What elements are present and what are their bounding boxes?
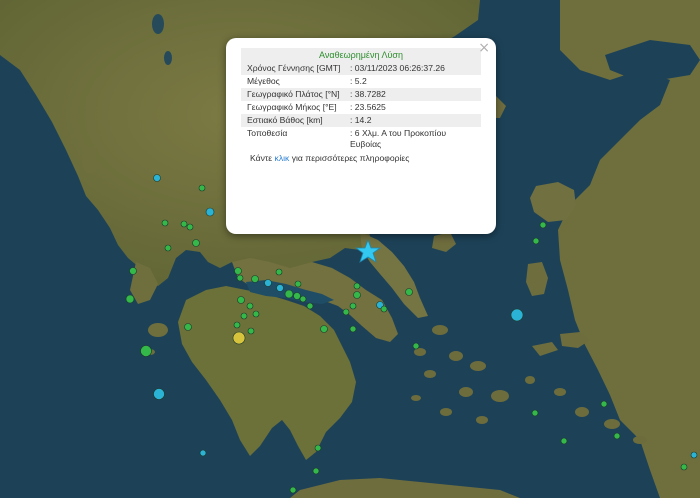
earthquake-marker[interactable] xyxy=(306,302,314,310)
table-row: Γεωγραφικό Μήκος [°E] : 23.5625 xyxy=(241,101,481,114)
earthquake-marker[interactable] xyxy=(560,437,568,445)
more-info-line: Κάντε κλικ για περισσότερες πληροφορίες xyxy=(241,151,481,163)
earthquake-marker[interactable] xyxy=(349,302,357,310)
earthquake-marker[interactable] xyxy=(192,239,200,247)
earthquake-marker[interactable] xyxy=(205,207,215,217)
earthquake-marker[interactable] xyxy=(236,274,244,282)
table-row: Χρόνος Γέννησης [GMT] : 03/11/2023 06:26… xyxy=(241,62,481,75)
earthquake-marker[interactable] xyxy=(180,220,188,228)
close-icon[interactable]: × xyxy=(478,40,490,56)
origin-time-label: Χρόνος Γέννησης [GMT] xyxy=(241,62,344,75)
earthquake-marker[interactable] xyxy=(247,327,255,335)
more-info-prefix: Κάντε xyxy=(250,153,275,163)
magnitude-value: : 5.2 xyxy=(350,76,367,86)
earthquake-marker[interactable] xyxy=(275,268,283,276)
magnitude-label: Μέγεθος xyxy=(247,76,280,86)
earthquake-marker[interactable] xyxy=(186,223,194,231)
earthquake-marker[interactable] xyxy=(198,184,206,192)
table-row: Γεωγραφικό Πλάτος [°N] : 38.7282 xyxy=(241,88,481,101)
longitude-label: Γεωγραφικό Μήκος [°E] xyxy=(247,102,337,112)
earthquake-marker[interactable] xyxy=(129,267,137,275)
earthquake-marker[interactable] xyxy=(234,267,242,275)
earthquake-marker[interactable] xyxy=(284,289,294,299)
earthquake-marker[interactable] xyxy=(312,467,320,475)
earthquake-marker[interactable] xyxy=(320,325,328,333)
earthquake-marker[interactable] xyxy=(125,294,135,304)
earthquake-marker[interactable] xyxy=(680,463,688,471)
earthquake-marker[interactable] xyxy=(349,325,357,333)
latitude-value: : 38.7282 xyxy=(344,88,481,101)
location-value: : 6 Χλμ. Α του Προκοπίου Ευβοίας xyxy=(350,128,447,149)
earthquake-marker[interactable] xyxy=(299,295,307,303)
earthquake-marker[interactable] xyxy=(293,292,301,300)
earthquake-marker[interactable] xyxy=(264,279,272,287)
earthquake-marker[interactable] xyxy=(405,288,413,296)
earthquake-marker[interactable] xyxy=(690,451,698,459)
depth-value: : 14.2 xyxy=(344,114,481,127)
depth-label: Εστιακό Βάθος [km] xyxy=(241,114,344,127)
earthquake-marker[interactable] xyxy=(252,310,260,318)
earthquake-marker[interactable] xyxy=(199,449,207,457)
earthquake-marker[interactable] xyxy=(276,284,284,292)
earthquake-marker[interactable] xyxy=(531,409,539,417)
earthquake-marker[interactable] xyxy=(412,342,420,350)
earthquake-marker[interactable] xyxy=(342,308,350,316)
earthquake-marker[interactable] xyxy=(380,305,388,313)
earthquake-marker[interactable] xyxy=(233,321,241,329)
earthquake-marker[interactable] xyxy=(289,486,297,494)
earthquake-marker[interactable] xyxy=(314,444,322,452)
earthquake-marker[interactable] xyxy=(246,302,254,310)
earthquake-marker[interactable] xyxy=(600,400,608,408)
event-info-popup: × Αναθεωρημένη Λύση Χρόνος Γέννησης [GMT… xyxy=(226,38,496,234)
popup-title: Αναθεωρημένη Λύση xyxy=(241,48,481,62)
earthquake-marker[interactable] xyxy=(153,388,165,400)
earthquake-marker[interactable] xyxy=(532,237,540,245)
earthquake-marker[interactable] xyxy=(232,331,246,345)
table-row: Μέγεθος : 5.2 xyxy=(241,75,481,88)
earthquake-marker[interactable] xyxy=(140,345,152,357)
earthquake-marker[interactable] xyxy=(613,432,621,440)
lake xyxy=(152,14,164,34)
location-label: Τοποθεσία xyxy=(247,128,288,138)
table-row: Εστιακό Βάθος [km] : 14.2 xyxy=(241,114,481,127)
event-info-table: Χρόνος Γέννησης [GMT] : 03/11/2023 06:26… xyxy=(241,62,481,151)
table-row: Τοποθεσία : 6 Χλμ. Α του Προκοπίου Ευβοί… xyxy=(241,127,481,151)
more-info-link[interactable]: κλικ xyxy=(275,153,290,163)
more-info-suffix: για περισσότερες πληροφορίες xyxy=(289,153,410,163)
earthquake-marker[interactable] xyxy=(353,282,361,290)
earthquake-marker[interactable] xyxy=(294,280,302,288)
latitude-label: Γεωγραφικό Πλάτος [°N] xyxy=(241,88,344,101)
earthquake-marker[interactable] xyxy=(353,291,361,299)
earthquake-marker[interactable] xyxy=(237,296,245,304)
earthquake-marker[interactable] xyxy=(510,308,524,322)
earthquake-marker[interactable] xyxy=(164,244,172,252)
earthquake-marker[interactable] xyxy=(240,312,248,320)
lake xyxy=(164,51,172,65)
earthquake-marker[interactable] xyxy=(184,323,192,331)
earthquake-marker[interactable] xyxy=(161,219,169,227)
origin-time-value: : 03/11/2023 06:26:37.26 xyxy=(344,62,481,75)
earthquake-marker[interactable] xyxy=(153,174,161,182)
earthquake-marker[interactable] xyxy=(539,221,547,229)
earthquake-marker[interactable] xyxy=(251,275,259,283)
longitude-value: : 23.5625 xyxy=(350,102,386,112)
